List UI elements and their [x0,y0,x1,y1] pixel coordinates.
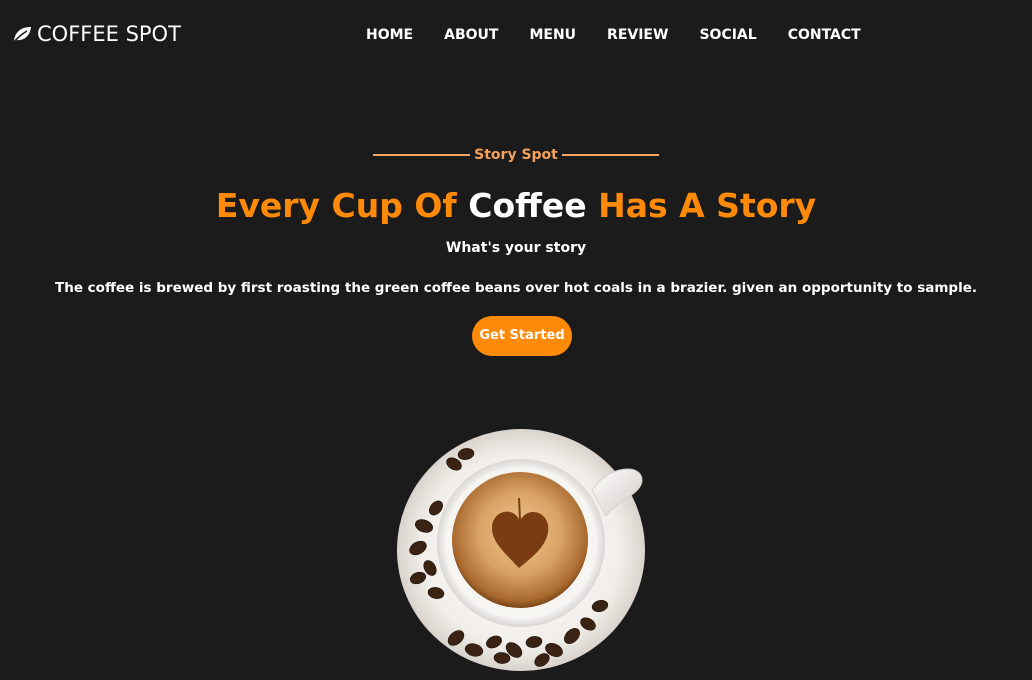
eyebrow-line-left [373,154,471,156]
nav-link-about[interactable]: ABOUT [444,26,498,46]
nav-link-contact[interactable]: CONTACT [788,26,861,46]
get-started-button[interactable]: Get Started [472,316,572,356]
leaf-icon [12,25,32,43]
logo[interactable]: COFFEE SPOT [12,22,181,46]
hero-description: The coffee is brewed by first roasting t… [55,280,977,296]
hero-subheading: What's your story [445,240,587,256]
eyebrow-line-right [561,154,659,156]
nav-link-menu[interactable]: MENU [529,26,576,46]
main-nav: HOME ABOUT MENU REVIEW SOCIAL CONTACT [366,26,861,46]
headline-part-1: Every Cup Of [215,186,469,225]
coffee-cup-image [396,428,648,672]
nav-link-review[interactable]: REVIEW [607,26,668,46]
hero-headline: Every Cup Of Coffee Has A Story [0,184,1032,228]
nav-link-social[interactable]: SOCIAL [699,26,756,46]
page: COFFEE SPOT HOME ABOUT MENU REVIEW SOCIA… [0,0,1032,680]
section-eyebrow: Story Spot [0,145,1032,165]
nav-link-home[interactable]: HOME [366,26,413,46]
eyebrow-text: Story Spot [474,147,558,163]
logo-text: COFFEE SPOT [37,22,181,46]
headline-highlight: Coffee [468,186,587,225]
headline-part-2: Has A Story [586,186,817,225]
